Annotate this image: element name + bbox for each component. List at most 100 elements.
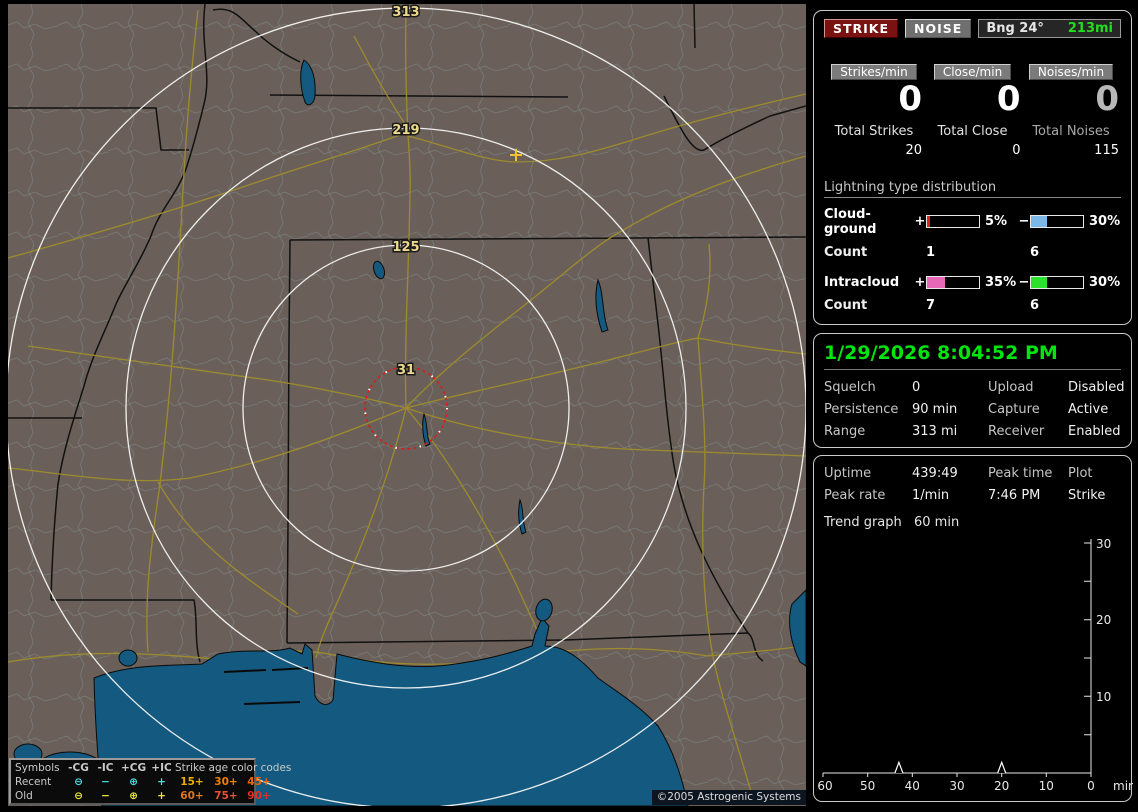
trend-spikes [894, 760, 1007, 774]
ic-minus-count: 6 [1030, 297, 1040, 313]
distribution-title: Lightning type distribution [824, 180, 1121, 198]
ring-label-125: 125 [392, 240, 419, 255]
map-canvas: 313 219 125 31 [8, 4, 806, 806]
status-panel: 1/29/2026 8:04:52 PM Squelch 0 Upload Di… [813, 333, 1132, 448]
counters-panel: STRIKE NOISE Bng 24° 213mi Strikes/min 0… [813, 10, 1132, 325]
ic-plus-bar [926, 275, 980, 289]
legend-recent-label: Recent [15, 776, 52, 788]
recent-pcg-icon: ⊕ [129, 776, 138, 788]
datetime-display: 1/29/2026 8:04:52 PM [824, 342, 1058, 364]
minus-sign: − [1018, 274, 1030, 290]
old-ncg-icon: ⊖ [74, 790, 83, 802]
range-value: 313 mi [912, 424, 958, 439]
map-legend: Symbols -CG -IC +CG +IC Strike age color… [9, 758, 291, 805]
x-axis-unit: min [1113, 779, 1133, 793]
strikes-per-min-chip[interactable]: Strikes/min [831, 64, 917, 80]
cg-minus-bar [1030, 215, 1084, 229]
old-pcg-icon: ⊕ [129, 790, 138, 802]
close-per-min-chip[interactable]: Close/min [933, 64, 1012, 80]
receiver-label: Receiver [988, 424, 1045, 439]
persistence-value: 90 min [912, 402, 958, 417]
cloud-ground-count-row: Count 1 6 [824, 245, 1121, 260]
noises-rate-value: 0 [1095, 79, 1119, 119]
x-tick-10: 10 [1039, 779, 1054, 793]
squelch-label: Squelch [824, 380, 876, 395]
total-strikes-value: 20 [905, 142, 922, 158]
cg-plus-bar [926, 215, 980, 229]
total-strikes-label: Total Strikes [834, 123, 914, 139]
noises-per-min-chip[interactable]: Noises/min [1028, 64, 1114, 80]
ring-label-31: 31 [397, 363, 415, 378]
capture-status: Active [1068, 402, 1109, 417]
strikes-column: Strikes/min 0 Total Strikes 20 [826, 64, 922, 158]
intracloud-label: Intracloud [824, 274, 900, 290]
total-close-value: 0 [1012, 142, 1021, 158]
trend-y-labels: 30 20 10 [1096, 537, 1111, 704]
squelch-value: 0 [912, 380, 921, 395]
upload-status: Disabled [1068, 380, 1125, 395]
legend-col-pcg: +CG [120, 762, 147, 774]
ic-plus-count: 7 [926, 297, 936, 313]
cg-plus-count: 1 [926, 244, 936, 260]
count-label: Count [824, 244, 868, 260]
copyright-notice: ©2005 Astrogenic Systems [651, 790, 806, 805]
ic-minus-bar [1030, 275, 1084, 289]
age-90: 90+ [247, 790, 271, 802]
total-close-label: Total Close [937, 123, 1008, 139]
legend-old-label: Old [15, 790, 33, 802]
noises-column: Noises/min 0 Total Noises 115 [1023, 64, 1119, 158]
ring-label-219: 219 [392, 123, 419, 138]
intracloud-count-row: Count 7 6 [824, 298, 1121, 313]
intracloud-row: Intracloud + 35% − 30% [824, 275, 1121, 290]
age-75: 75+ [214, 790, 238, 802]
count-label: Count [824, 297, 868, 313]
legend-col-ncg: -CG [68, 762, 89, 774]
legend-symbols-label: Symbols [15, 762, 60, 774]
cloud-ground-row: Cloud-ground + 5% − 30% [824, 207, 1121, 237]
app-window: 313 219 125 31 Symbols -CG -IC +CG +IC S… [0, 0, 1138, 812]
strikes-rate-value: 0 [898, 79, 922, 119]
capture-label: Capture [988, 402, 1040, 417]
range-label: Range [824, 424, 866, 439]
bearing-value: Bng 24° [986, 21, 1044, 36]
ic-minus-pct: 30% [1089, 274, 1121, 290]
total-noises-value: 115 [1094, 142, 1119, 158]
trend-graph: 30 20 10 60 50 40 30 20 10 0 min [817, 537, 1133, 793]
strike-toggle-button[interactable]: STRIKE [824, 19, 899, 38]
close-rate-value: 0 [996, 79, 1021, 119]
upload-label: Upload [988, 380, 1034, 395]
status-row: Persistence 90 min Capture Active [824, 402, 1121, 417]
cg-plus-pct: 5% [985, 214, 1008, 230]
receiver-status: Enabled [1068, 424, 1121, 439]
x-tick-60: 60 [817, 779, 832, 793]
recent-pic-icon: + [157, 776, 166, 788]
close-column: Close/min 0 Total Close 0 [925, 64, 1021, 158]
status-row: Range 313 mi Receiver Enabled [824, 424, 1121, 439]
age-30: 30+ [214, 776, 238, 788]
legend-age-title: Strike age color codes [175, 762, 292, 774]
cg-minus-pct: 30% [1089, 214, 1121, 230]
trend-panel: Uptime 439:49 Peak time Plot Peak rate 1… [813, 455, 1133, 802]
recent-nic-icon: − [101, 776, 110, 788]
x-tick-0: 0 [1087, 779, 1095, 793]
cloud-ground-label: Cloud-ground [824, 206, 877, 237]
trend-x-labels: 60 50 40 30 20 10 0 min [817, 779, 1133, 793]
x-tick-40: 40 [905, 779, 920, 793]
legend-col-nic: -IC [97, 762, 114, 774]
recent-ncg-icon: ⊖ [74, 776, 83, 788]
plus-sign: + [914, 274, 926, 290]
x-tick-20: 20 [994, 779, 1009, 793]
status-row: Squelch 0 Upload Disabled [824, 380, 1125, 395]
lightning-map[interactable]: 313 219 125 31 Symbols -CG -IC +CG +IC S… [8, 4, 806, 806]
noise-toggle-button[interactable]: NOISE [905, 19, 972, 38]
ring-label-313: 313 [392, 5, 419, 20]
y-tick-30: 30 [1096, 537, 1111, 551]
plus-sign: + [914, 214, 926, 230]
y-tick-20: 20 [1096, 613, 1111, 627]
age-60: 60+ [180, 790, 204, 802]
x-tick-50: 50 [860, 779, 875, 793]
old-pic-icon: + [157, 790, 166, 802]
y-tick-10: 10 [1096, 690, 1111, 704]
bearing-readout: Bng 24° 213mi [978, 19, 1121, 38]
age-15: 15+ [180, 776, 204, 788]
